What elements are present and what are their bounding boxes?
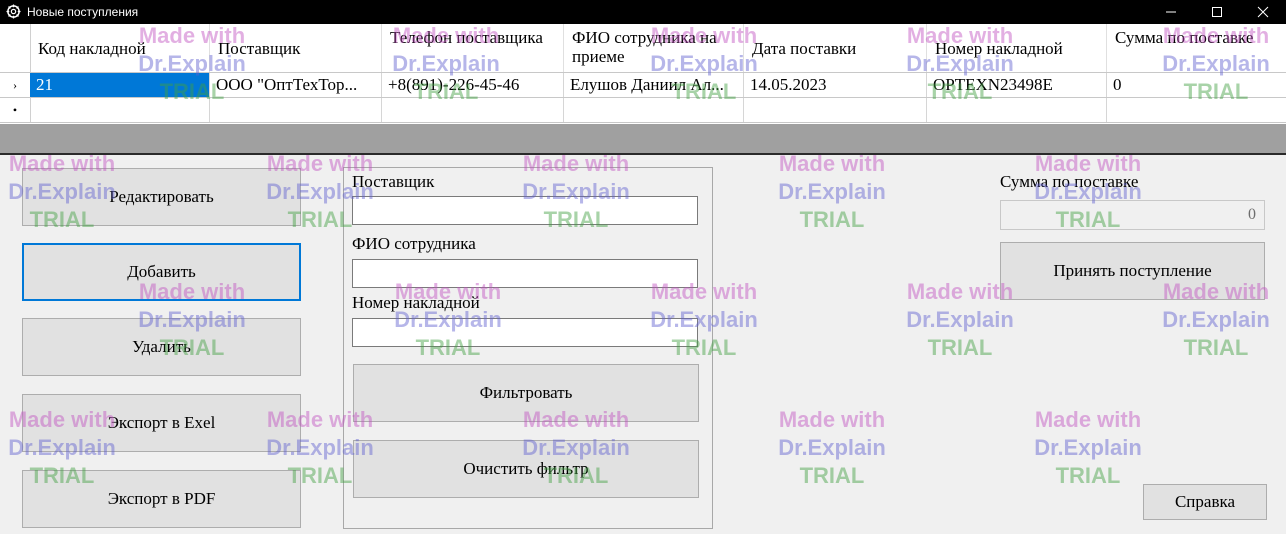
gear-icon [6,4,21,19]
delivery-sum-field: 0 [1000,200,1265,230]
employee-filter-label: ФИО сотрудника [352,234,476,253]
export-excel-button[interactable]: Экспорт в Exel [22,394,301,452]
new-cell-date[interactable] [744,98,927,122]
cell-code[interactable]: 21 [30,73,210,97]
maximize-button[interactable] [1194,0,1240,24]
delivery-sum-label: Сумма по поставке [1000,172,1139,191]
grid-corner [0,24,31,72]
accept-delivery-button[interactable]: Принять поступление [1000,242,1265,300]
clear-filter-button[interactable]: Очистить фильтр [353,440,699,498]
row-marker-new[interactable]: • [0,98,31,122]
cell-phone[interactable]: +8(891)-226-45-46 [382,73,564,97]
invoice-filter-input[interactable] [352,318,698,347]
new-cell-supplier[interactable] [210,98,382,122]
close-icon [1257,6,1269,18]
supplier-filter-label: Поставщик [352,172,435,191]
column-header-employee[interactable]: ФИО сотрудника на приеме [564,24,744,72]
cell-employee[interactable]: Елушов Даниил Ал... [564,73,744,97]
new-cell-employee[interactable] [564,98,744,122]
cell-sum[interactable]: 0 [1107,73,1286,97]
row-divider [0,122,1286,123]
column-header-supplier[interactable]: Поставщик [210,24,382,72]
title-bar: Новые поступления [0,0,1286,24]
new-cell-sum[interactable] [1107,98,1286,122]
trial-watermark: Made with Dr.Explain TRIAL [778,407,886,488]
trial-watermark: Made with Dr.Explain TRIAL [1034,407,1142,488]
minimize-button[interactable] [1148,0,1194,24]
new-cell-phone[interactable] [382,98,564,122]
column-header-phone[interactable]: Телефон поставщика [382,24,564,72]
trial-watermark: Made with Dr.Explain TRIAL [778,151,886,232]
invoice-filter-label: Номер накладной [352,293,480,312]
new-cell-invoice[interactable] [927,98,1107,122]
employee-filter-input[interactable] [352,259,698,288]
close-button[interactable] [1240,0,1286,24]
cell-date[interactable]: 14.05.2023 [744,73,927,97]
supplier-filter-input[interactable] [352,196,698,225]
grid-border [0,153,1286,155]
help-button[interactable]: Справка [1143,484,1267,520]
filter-button[interactable]: Фильтровать [353,364,699,422]
add-button[interactable]: Добавить [22,243,301,301]
minimize-icon [1166,11,1176,13]
cell-invoice[interactable]: OPTEXN23498E [927,73,1107,97]
column-header-sum[interactable]: Сумма по поставке [1107,24,1286,72]
column-header-date[interactable]: Дата поставки [744,24,927,72]
row-marker-current[interactable]: › [0,73,31,97]
edit-button[interactable]: Редактировать [22,168,301,226]
cell-supplier[interactable]: ООО "ОптТехТор... [210,73,382,97]
export-pdf-button[interactable]: Экспорт в PDF [22,470,301,528]
deliveries-grid[interactable]: Код накладной Поставщик Телефон поставщи… [0,24,1286,124]
column-header-code[interactable]: Код накладной [30,24,210,72]
column-header-invoice[interactable]: Номер накладной [927,24,1107,72]
grid-empty-area [0,124,1286,153]
maximize-icon [1212,7,1222,17]
window-title: Новые поступления [27,5,139,19]
new-cell-code[interactable] [30,98,210,122]
delete-button[interactable]: Удалить [22,318,301,376]
